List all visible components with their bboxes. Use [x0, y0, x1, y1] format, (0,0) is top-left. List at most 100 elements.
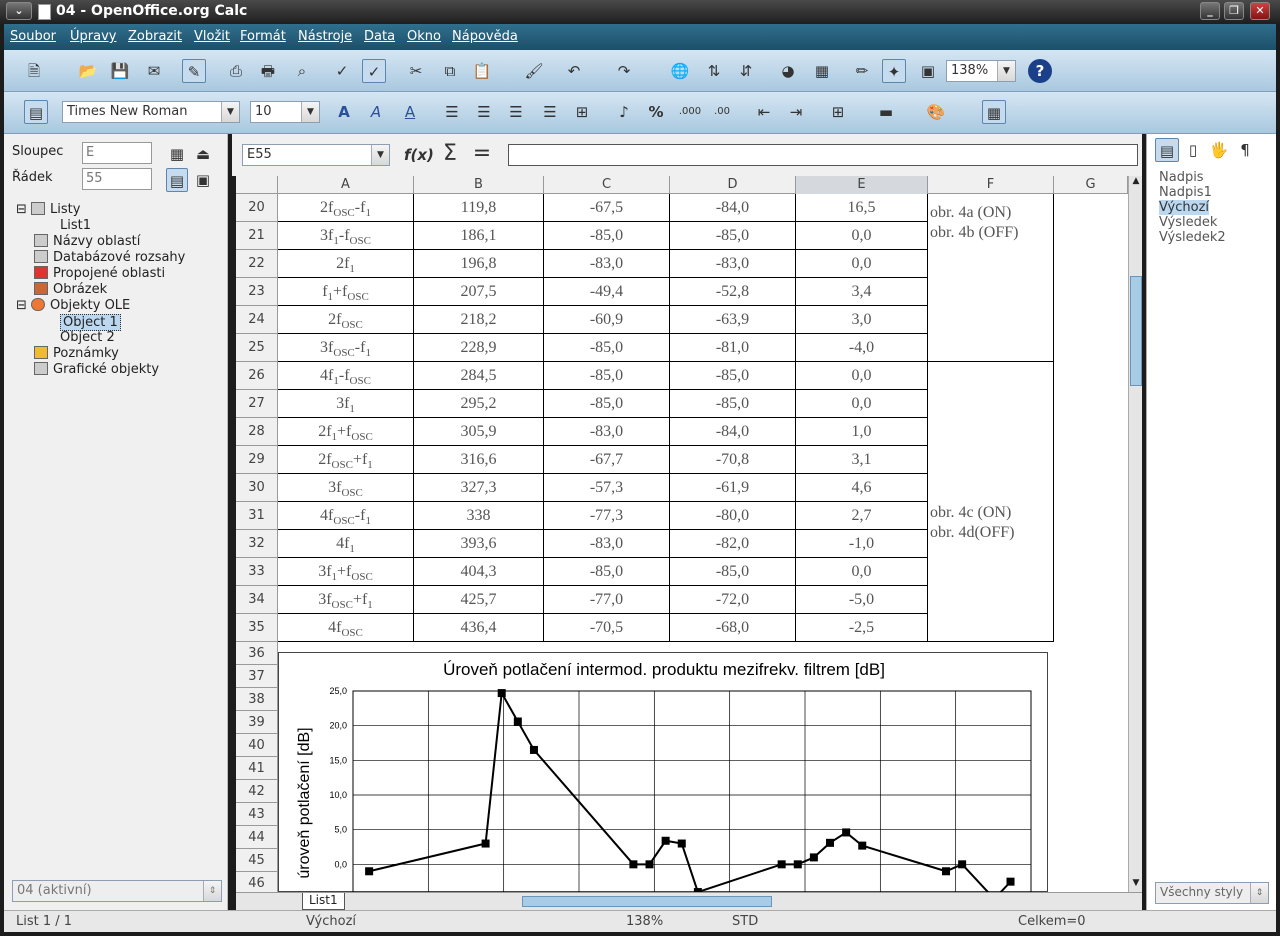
row-header[interactable]: 23: [236, 278, 278, 306]
format-paintbrush-icon[interactable]: 🖌: [522, 59, 546, 83]
column-header-e[interactable]: E: [796, 176, 928, 194]
column-header-d[interactable]: D: [670, 176, 796, 194]
column-header-g[interactable]: G: [1054, 176, 1128, 194]
row-header[interactable]: 20: [236, 194, 278, 222]
remove-decimal-icon[interactable]: .00: [710, 100, 734, 124]
print-preview-icon[interactable]: ⌕: [290, 59, 314, 83]
italic-icon[interactable]: A: [364, 100, 388, 124]
row-header[interactable]: 33: [236, 558, 278, 586]
scroll-thumb[interactable]: [1130, 276, 1142, 386]
cell-d[interactable]: -83,0: [670, 250, 796, 278]
function-wizard-icon[interactable]: f(x): [404, 143, 434, 167]
styles-icon[interactable]: ▤: [24, 100, 48, 124]
cell-b[interactable]: 404,3: [414, 558, 544, 586]
justify-icon[interactable]: ☰: [538, 100, 562, 124]
sum-icon[interactable]: Σ: [438, 142, 462, 166]
style-filter-select[interactable]: Všechny styly ⇕: [1155, 882, 1269, 904]
column-header-b[interactable]: B: [414, 176, 544, 194]
cell-e[interactable]: 0,0: [796, 222, 928, 250]
tree-item-object-1[interactable]: Object 1: [60, 314, 121, 331]
cell-d[interactable]: -68,0: [670, 614, 796, 642]
row-spinner[interactable]: 55: [82, 168, 152, 190]
hyperlink-icon[interactable]: 🌐: [668, 59, 692, 83]
sheet-tab-list1[interactable]: List1: [302, 893, 345, 910]
cell-c[interactable]: -83,0: [544, 250, 670, 278]
row-header[interactable]: 22: [236, 250, 278, 278]
style-vychozi[interactable]: Výchozí: [1159, 200, 1210, 215]
cell-d[interactable]: -63,9: [670, 306, 796, 334]
paragraph-styles-icon[interactable]: ▤: [1155, 138, 1179, 162]
cell-d[interactable]: -84,0: [670, 418, 796, 446]
cell-b[interactable]: 305,9: [414, 418, 544, 446]
cell-d[interactable]: -84,0: [670, 194, 796, 222]
print-icon[interactable]: 🖶: [256, 59, 280, 83]
cell-e[interactable]: -5,0: [796, 586, 928, 614]
font-name-select[interactable]: Times New Roman ▼: [62, 101, 240, 123]
row-header[interactable]: 37: [236, 665, 278, 688]
maximize-icon[interactable]: ❐: [1224, 2, 1244, 20]
align-left-icon[interactable]: ☰: [440, 100, 464, 124]
cell-e[interactable]: 0,0: [796, 362, 928, 390]
row-header[interactable]: 27: [236, 390, 278, 418]
menu-napoveda[interactable]: Nápověda: [452, 29, 518, 44]
cell-a[interactable]: 3f1+fOSC: [278, 558, 414, 586]
cell-c[interactable]: -83,0: [544, 418, 670, 446]
chart-object[interactable]: Úroveň potlačení intermod. produktu mezi…: [278, 652, 1048, 916]
paste-icon[interactable]: 📋: [470, 59, 494, 83]
borders-icon[interactable]: ⊞: [826, 100, 850, 124]
chevron-down-icon[interactable]: ▼: [997, 61, 1015, 81]
chevron-updown-icon[interactable]: ⇕: [1250, 883, 1268, 903]
column-spinner[interactable]: E: [82, 142, 152, 164]
cell-c[interactable]: -77,3: [544, 502, 670, 530]
chart-icon[interactable]: ◕: [776, 59, 800, 83]
tree-item-propojene-oblasti[interactable]: Propojené oblasti: [34, 266, 165, 281]
status-mode[interactable]: STD: [732, 914, 758, 929]
row-header[interactable]: 36: [236, 642, 278, 665]
save-icon[interactable]: 💾: [108, 59, 132, 83]
corner-cell[interactable]: [236, 176, 278, 194]
cell-a[interactable]: 2f1+fOSC: [278, 418, 414, 446]
row-header[interactable]: 21: [236, 222, 278, 250]
font-size-select[interactable]: 10 ▼: [250, 101, 320, 123]
cell-b[interactable]: 119,8: [414, 194, 544, 222]
cell-e[interactable]: -4,0: [796, 334, 928, 362]
toggle-icon[interactable]: ▣: [192, 168, 214, 192]
cell-d[interactable]: -85,0: [670, 558, 796, 586]
chevron-updown-icon[interactable]: ⇕: [203, 881, 221, 901]
cell-c[interactable]: -85,0: [544, 222, 670, 250]
chevron-down-icon[interactable]: ▼: [371, 145, 389, 165]
menu-upravy[interactable]: Úpravy: [70, 29, 116, 44]
sort-descending-icon[interactable]: ⇵: [734, 59, 758, 83]
row-header[interactable]: 42: [236, 780, 278, 803]
cell-a[interactable]: 3fOSC: [278, 474, 414, 502]
row-header[interactable]: 28: [236, 418, 278, 446]
cell-e[interactable]: -2,5: [796, 614, 928, 642]
tree-item-nazvy-oblasti[interactable]: Názvy oblastí: [34, 234, 140, 249]
cell-e[interactable]: 0,0: [796, 250, 928, 278]
cell-d[interactable]: -81,0: [670, 334, 796, 362]
font-color-icon[interactable]: 🎨: [924, 100, 948, 124]
cell-e[interactable]: -1,0: [796, 530, 928, 558]
formula-input[interactable]: [508, 144, 1138, 166]
row-header[interactable]: 32: [236, 530, 278, 558]
cell-b[interactable]: 186,1: [414, 222, 544, 250]
menu-vlozit[interactable]: Vložit: [194, 29, 230, 44]
column-header-f[interactable]: F: [928, 176, 1054, 194]
tree-item-listy[interactable]: ⊟ Listy: [16, 202, 80, 217]
cell-d[interactable]: -80,0: [670, 502, 796, 530]
tree-item-list1[interactable]: List1: [60, 218, 91, 233]
cell-c[interactable]: -67,7: [544, 446, 670, 474]
align-right-icon[interactable]: ☰: [504, 100, 528, 124]
cell-d[interactable]: -70,8: [670, 446, 796, 474]
row-header[interactable]: 38: [236, 688, 278, 711]
page-styles-icon[interactable]: ▯: [1181, 138, 1205, 162]
cut-icon[interactable]: ✂: [404, 59, 428, 83]
horizontal-scroll-thumb[interactable]: [522, 896, 772, 907]
export-pdf-icon[interactable]: ⎙: [224, 59, 248, 83]
chevron-down-icon[interactable]: ▼: [221, 102, 239, 122]
cell-e[interactable]: 0,0: [796, 558, 928, 586]
sort-ascending-icon[interactable]: ⇅: [702, 59, 726, 83]
zoom-select[interactable]: 138% ▼: [946, 60, 1016, 82]
decrease-indent-icon[interactable]: ⇤: [752, 100, 776, 124]
cell-c[interactable]: -70,5: [544, 614, 670, 642]
